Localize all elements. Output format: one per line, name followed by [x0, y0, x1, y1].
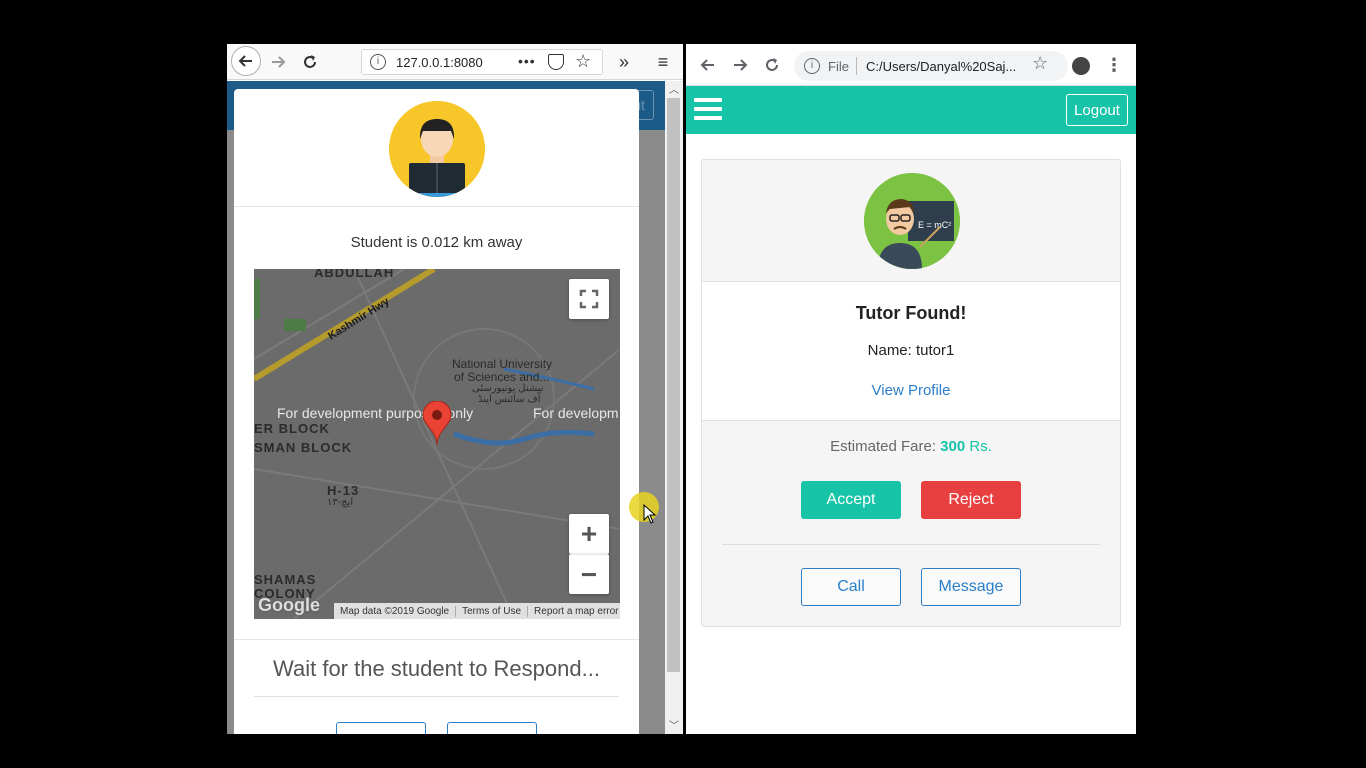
url-text: 127.0.0.1:8080 [396, 55, 483, 70]
mouse-cursor-icon [643, 504, 657, 524]
map-label: SMAN BLOCK [254, 440, 353, 455]
back-icon[interactable] [696, 53, 720, 77]
scroll-down-icon[interactable]: ﹀ [669, 717, 679, 732]
reload-icon[interactable] [297, 49, 323, 75]
profile-avatar[interactable] [1072, 57, 1090, 75]
waiting-modal: Student is 0.012 km away ABDULLAH Kashmi… [234, 89, 639, 734]
forward-icon[interactable] [265, 49, 291, 75]
chrome-toolbar: i File C:/Users/Danyal%20Saj... ☆ ⋮ [686, 44, 1136, 86]
scroll-up-icon[interactable]: ︿ [669, 81, 679, 96]
svg-text:E = mC²: E = mC² [918, 220, 951, 230]
message-button[interactable]: Message [921, 568, 1021, 606]
modal-header [234, 89, 639, 207]
info-icon[interactable]: i [370, 54, 386, 70]
info-icon[interactable]: i [804, 58, 820, 74]
cursor-highlight [629, 492, 659, 524]
more-vert-icon[interactable]: ⋮ [1102, 53, 1126, 77]
map-pin-icon[interactable] [423, 401, 451, 445]
map-label: H-13 [327, 483, 360, 498]
distance-text: Student is 0.012 km away [350, 234, 523, 251]
wait-message: Wait for the student to Respond... [273, 656, 600, 681]
address-bar[interactable]: i 127.0.0.1:8080 ••• ☆ [361, 49, 603, 75]
divider [856, 57, 857, 75]
fare-label: Estimated Fare: [830, 438, 936, 455]
left-browser-window: i 127.0.0.1:8080 ••• ☆ » ≡ Logout [227, 44, 683, 734]
firefox-toolbar: i 127.0.0.1:8080 ••• ☆ » ≡ [227, 44, 683, 80]
tutor-name: Name: tutor1 [867, 342, 955, 359]
fare-value: 300 [940, 438, 966, 455]
forward-icon[interactable] [728, 53, 752, 77]
map-label: ایچ-۱۳ [327, 497, 354, 508]
terms-link[interactable]: Terms of Use [456, 605, 529, 617]
more-icon[interactable]: ••• [518, 53, 536, 69]
map-label: National University [452, 357, 553, 371]
overflow-icon[interactable]: » [611, 49, 637, 75]
tutor-found-card: E = mC² Tutor Found! Name: tutor1 View P… [701, 159, 1121, 627]
hamburger-menu-icon[interactable] [694, 98, 722, 122]
divider [722, 544, 1100, 545]
view-profile-link[interactable]: View Profile [702, 382, 1120, 399]
card-body: Tutor Found! Name: tutor1 View Profile [702, 281, 1120, 421]
zoom-in-button[interactable]: + [569, 514, 609, 554]
reload-icon[interactable] [760, 53, 784, 77]
back-icon[interactable] [231, 46, 261, 76]
fare-unit: Rs. [969, 438, 992, 455]
map-label: SHAMAS [254, 572, 317, 587]
divider [234, 639, 639, 640]
reject-button[interactable]: Reject [921, 481, 1021, 519]
tutor-found-title: Tutor Found! [855, 303, 967, 323]
map-dev-watermark: For developm [533, 405, 619, 421]
right-browser-window: i File C:/Users/Danyal%20Saj... ☆ ⋮ Logo… [686, 44, 1136, 734]
accept-button[interactable]: Accept [801, 481, 901, 519]
app-navbar: Logout [686, 86, 1136, 134]
fullscreen-icon[interactable] [569, 279, 609, 319]
view-profile-label[interactable]: View Profile [872, 382, 951, 399]
file-label: File [828, 59, 849, 74]
logout-button[interactable]: Logout [1066, 94, 1128, 126]
tutor-avatar: E = mC² [864, 173, 960, 269]
pocket-icon[interactable] [548, 54, 564, 70]
call-button[interactable]: Call [801, 568, 901, 606]
divider [254, 696, 619, 697]
modal-button-left[interactable] [336, 722, 426, 734]
url-text: C:/Users/Danyal%20Saj... [866, 59, 1017, 74]
map-label: آف سائنس اینڈ [478, 394, 541, 405]
google-logo: Google [258, 595, 320, 615]
map-data-text: Map data ©2019 Google [334, 605, 457, 617]
student-avatar [389, 101, 485, 197]
map-footer: Map data ©2019 Google Terms of Use Repor… [334, 603, 620, 619]
map-label: ABDULLAH [314, 269, 395, 280]
map-label: نیشنل یونیورسٹی [472, 383, 544, 394]
menu-icon[interactable]: ≡ [650, 49, 676, 75]
scrollbar-thumb[interactable] [667, 98, 680, 672]
left-page-content: Logout Student is 0.012 km away [227, 81, 665, 734]
map-label: of Sciences and... [454, 370, 550, 384]
address-bar[interactable]: i File C:/Users/Danyal%20Saj... ☆ [794, 51, 1068, 81]
report-error-link[interactable]: Report a map error [528, 606, 620, 617]
modal-button-right[interactable] [447, 722, 537, 734]
map-label: ER BLOCK [254, 421, 330, 436]
star-icon[interactable]: ☆ [575, 51, 591, 72]
star-icon[interactable]: ☆ [1032, 53, 1048, 74]
zoom-out-button[interactable]: − [569, 554, 609, 594]
estimated-fare: Estimated Fare: 300 Rs. [702, 438, 1120, 455]
google-map[interactable]: ABDULLAH Kashmir Hwy National University… [254, 269, 620, 619]
